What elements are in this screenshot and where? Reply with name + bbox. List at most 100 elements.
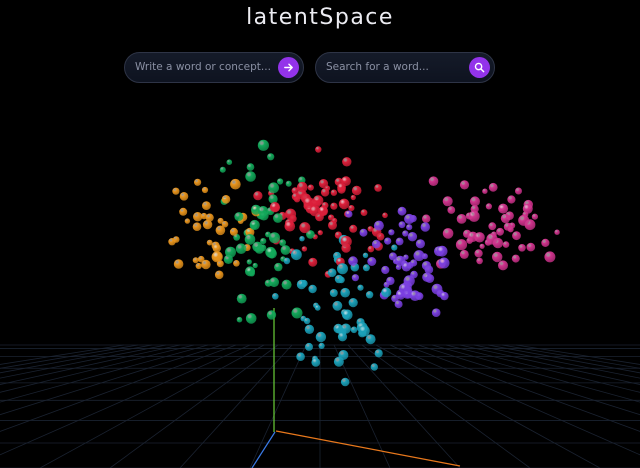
word-point[interactable] xyxy=(358,325,370,337)
word-point[interactable] xyxy=(502,241,510,248)
word-point[interactable] xyxy=(318,342,325,349)
word-point[interactable] xyxy=(340,377,350,387)
word-point[interactable] xyxy=(431,283,443,295)
word-point[interactable] xyxy=(436,245,448,257)
word-point[interactable] xyxy=(202,201,211,211)
word-point[interactable] xyxy=(342,157,352,167)
word-point[interactable] xyxy=(522,203,533,214)
word-point[interactable] xyxy=(365,291,374,299)
word-point[interactable] xyxy=(244,234,256,245)
word-point[interactable] xyxy=(268,182,279,194)
word-point[interactable] xyxy=(338,198,350,210)
word-point[interactable] xyxy=(360,209,368,217)
word-point[interactable] xyxy=(474,232,485,243)
word-point[interactable] xyxy=(403,275,415,287)
word-point[interactable] xyxy=(219,166,226,173)
word-point[interactable] xyxy=(327,268,337,278)
word-point[interactable] xyxy=(192,257,199,264)
word-point[interactable] xyxy=(179,207,188,216)
word-point[interactable] xyxy=(381,265,390,275)
word-point[interactable] xyxy=(372,239,381,249)
word-point[interactable] xyxy=(479,243,485,249)
word-point[interactable] xyxy=(398,221,406,229)
word-point[interactable] xyxy=(314,304,321,311)
word-point[interactable] xyxy=(455,239,468,251)
word-point[interactable] xyxy=(221,195,231,204)
word-point[interactable] xyxy=(330,189,338,196)
search-button[interactable] xyxy=(469,57,490,78)
word-point[interactable] xyxy=(350,194,356,201)
word-point[interactable] xyxy=(394,300,403,309)
word-point[interactable] xyxy=(373,220,384,231)
word-point[interactable] xyxy=(498,203,509,214)
word-point[interactable] xyxy=(195,262,202,270)
word-point[interactable] xyxy=(317,230,323,236)
word-point[interactable] xyxy=(348,256,358,266)
word-point[interactable] xyxy=(304,324,315,334)
word-point[interactable] xyxy=(226,159,233,165)
word-point[interactable] xyxy=(328,220,337,230)
word-point[interactable] xyxy=(350,326,358,334)
word-point[interactable] xyxy=(391,244,398,251)
word-point[interactable] xyxy=(340,287,351,298)
word-point[interactable] xyxy=(274,262,283,272)
word-point[interactable] xyxy=(428,176,439,186)
word-point[interactable] xyxy=(422,214,431,223)
word-point[interactable] xyxy=(440,291,449,301)
word-point[interactable] xyxy=(184,218,191,224)
word-point[interactable] xyxy=(257,139,269,151)
word-point[interactable] xyxy=(415,239,425,249)
word-point[interactable] xyxy=(245,266,255,277)
word-point[interactable] xyxy=(265,246,277,258)
word-point[interactable] xyxy=(337,263,348,275)
word-point[interactable] xyxy=(308,284,317,294)
word-point[interactable] xyxy=(230,178,241,190)
word-point[interactable] xyxy=(431,308,441,318)
word-point[interactable] xyxy=(279,239,286,247)
word-point[interactable] xyxy=(318,179,329,189)
word-point[interactable] xyxy=(252,241,263,252)
word-point[interactable] xyxy=(305,342,313,351)
word-point[interactable] xyxy=(515,187,522,195)
word-point[interactable] xyxy=(421,261,432,271)
word-point[interactable] xyxy=(192,222,202,231)
word-point[interactable] xyxy=(348,205,355,212)
word-point[interactable] xyxy=(476,257,483,265)
word-point[interactable] xyxy=(359,228,368,237)
word-point[interactable] xyxy=(273,213,283,223)
word-point[interactable] xyxy=(235,243,247,254)
word-point[interactable] xyxy=(329,289,338,297)
word-point[interactable] xyxy=(211,251,223,263)
word-point[interactable] xyxy=(303,317,311,325)
word-point[interactable] xyxy=(172,187,180,195)
word-point[interactable] xyxy=(328,214,335,221)
word-point[interactable] xyxy=(402,230,409,237)
word-point[interactable] xyxy=(374,349,383,358)
word-point[interactable] xyxy=(492,251,503,263)
word-point[interactable] xyxy=(351,274,359,282)
word-point[interactable] xyxy=(442,196,453,207)
word-point[interactable] xyxy=(518,244,526,252)
word-point[interactable] xyxy=(407,232,418,242)
word-point[interactable] xyxy=(173,259,184,269)
word-point[interactable] xyxy=(338,350,349,360)
word-point[interactable] xyxy=(249,219,260,231)
word-point[interactable] xyxy=(193,212,203,222)
word-point[interactable] xyxy=(280,245,291,255)
word-point[interactable] xyxy=(297,181,308,193)
word-point[interactable] xyxy=(365,334,376,345)
word-point[interactable] xyxy=(351,185,362,196)
word-point[interactable] xyxy=(413,250,425,262)
word-point[interactable] xyxy=(277,178,284,185)
word-point[interactable] xyxy=(512,231,521,241)
word-point[interactable] xyxy=(531,213,539,220)
word-point[interactable] xyxy=(284,220,296,232)
word-point[interactable] xyxy=(500,213,511,224)
word-point[interactable] xyxy=(315,146,322,153)
word-point[interactable] xyxy=(201,186,209,194)
word-point[interactable] xyxy=(394,255,406,267)
word-point[interactable] xyxy=(285,180,292,187)
word-point[interactable] xyxy=(544,251,556,263)
word-point[interactable] xyxy=(334,274,344,284)
word-point[interactable] xyxy=(229,227,238,236)
